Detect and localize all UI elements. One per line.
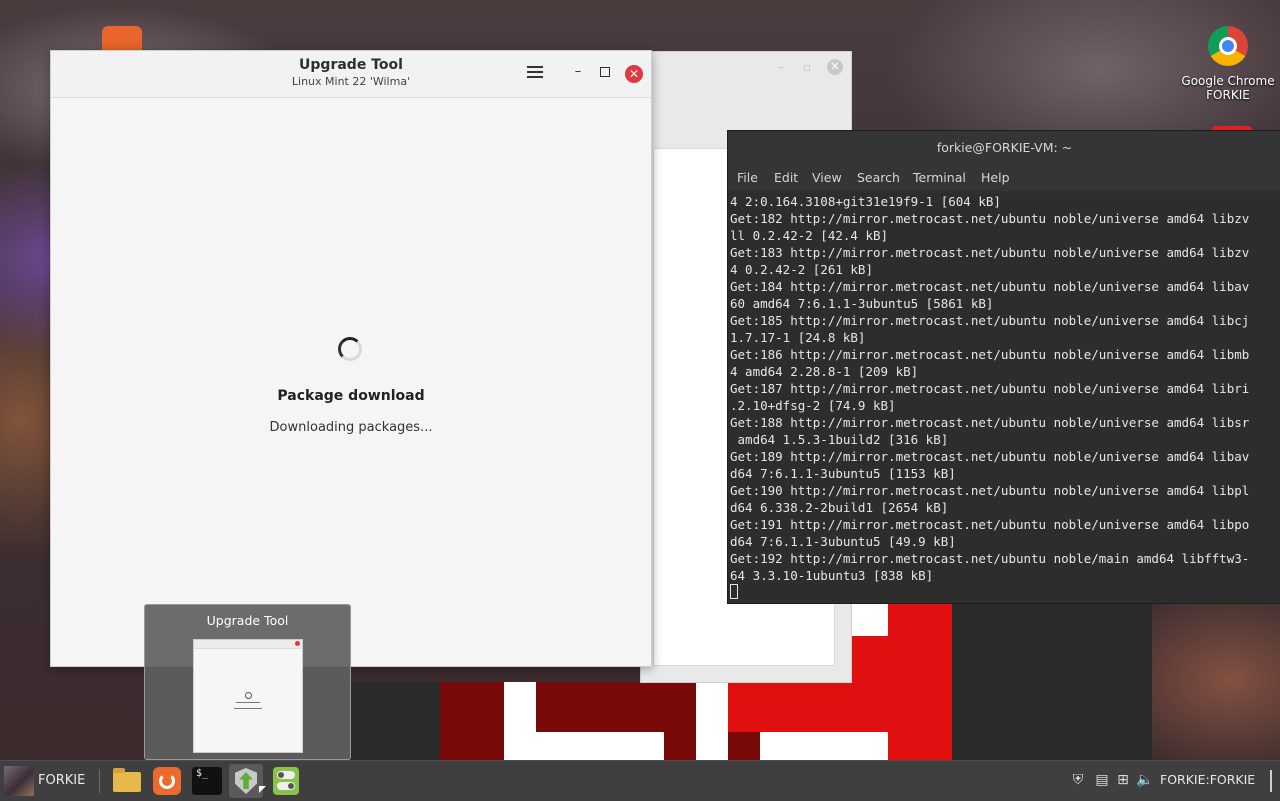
preview-thumbnail[interactable] xyxy=(193,639,303,753)
loading-spinner-icon xyxy=(338,337,362,361)
terminal-line: Get:182 http://mirror.metrocast.net/ubun… xyxy=(730,211,1250,226)
ghost-minimize-icon[interactable]: – xyxy=(778,60,784,74)
ghost-maximize-icon[interactable]: ▫ xyxy=(803,60,811,74)
terminal-line: Get:192 http://mirror.metrocast.net/ubun… xyxy=(730,551,1250,566)
chrome-label: Google Chrome xyxy=(1181,74,1275,88)
terminal-line: ll 0.2.42-2 [42.4 kB] xyxy=(730,228,889,243)
terminal-line: 60 amd64 7:6.1.1-3ubuntu5 [5861 kB] xyxy=(730,296,994,311)
terminal-titlebar[interactable]: forkie@FORKIE-VM: ~ xyxy=(728,131,1280,165)
maximize-icon[interactable] xyxy=(600,67,610,77)
menu-view[interactable]: View xyxy=(812,170,842,185)
terminal-line: 4 2:0.164.3108+git31e19f9-1 [604 kB] xyxy=(730,194,1001,209)
firefox-desktop-icon[interactable] xyxy=(102,26,142,52)
terminal-line: amd64 1.5.3-1build2 [316 kB] xyxy=(730,432,949,447)
terminal-line: Get:186 http://mirror.metrocast.net/ubun… xyxy=(730,347,1250,362)
terminal-title: forkie@FORKIE-VM: ~ xyxy=(936,140,1073,155)
window-title: Upgrade Tool xyxy=(299,57,403,73)
menu-avatar-icon xyxy=(4,766,34,796)
terminal-line: Get:187 http://mirror.metrocast.net/ubun… xyxy=(730,381,1250,396)
terminal-line: Get:190 http://mirror.metrocast.net/ubun… xyxy=(730,483,1250,498)
close-icon[interactable]: ✕ xyxy=(625,65,643,83)
tray-user-label[interactable]: FORKIE:FORKIE xyxy=(1160,772,1255,787)
menu-search[interactable]: Search xyxy=(857,170,900,185)
terminal-window[interactable]: forkie@FORKIE-VM: ~ File Edit View Searc… xyxy=(727,130,1280,604)
ghost-close-icon[interactable]: ✕ xyxy=(827,59,843,75)
taskbar: FORKIE $_ ⛨ ▤ ⊞ 🔈 FORKIE:FORKIE xyxy=(0,760,1280,801)
preview-title: Upgrade Tool xyxy=(206,613,289,628)
taskbar-firefox-button[interactable] xyxy=(150,764,184,798)
window-subtitle: Linux Mint 22 'Wilma' xyxy=(291,75,411,88)
taskbar-upgrade-tool-button[interactable] xyxy=(229,764,263,798)
taskbar-files-button[interactable] xyxy=(110,764,144,798)
upgrade-tool-headerbar[interactable]: Upgrade Tool Linux Mint 22 'Wilma' – ✕ xyxy=(51,51,651,98)
chrome-label-owner: FORKIE xyxy=(1206,88,1250,102)
window-preview-popup[interactable]: Upgrade Tool xyxy=(144,604,351,760)
upgrade-tool-window[interactable]: Upgrade Tool Linux Mint 22 'Wilma' – ✕ P… xyxy=(50,50,652,667)
terminal-line: 4 0.2.42-2 [261 kB] xyxy=(730,262,873,277)
terminal-line: .2.10+dfsg-2 [74.9 kB] xyxy=(730,398,896,413)
menu-terminal[interactable]: Terminal xyxy=(913,170,966,185)
taskbar-settings-button[interactable] xyxy=(269,764,303,798)
terminal-line: Get:183 http://mirror.metrocast.net/ubun… xyxy=(730,245,1250,260)
menu-help[interactable]: Help xyxy=(981,170,1010,185)
firefox-icon xyxy=(153,767,181,795)
folder-icon xyxy=(113,768,141,792)
network-icon[interactable]: ⊞ xyxy=(1114,771,1132,789)
terminal-cursor xyxy=(730,584,738,599)
chrome-icon xyxy=(1208,26,1248,66)
terminal-line: 1.7.17-1 [24.8 kB] xyxy=(730,330,866,345)
terminal-line: d64 7:6.1.1-3ubuntu5 [49.9 kB] xyxy=(730,534,956,549)
progress-status: Downloading packages... xyxy=(269,420,433,435)
chrome-desktop-icon[interactable]: Google Chrome FORKIE xyxy=(1172,26,1280,102)
mouse-pointer xyxy=(259,786,266,793)
terminal-line: d64 7:6.1.1-3ubuntu5 [1153 kB] xyxy=(730,466,956,481)
minimize-icon[interactable]: – xyxy=(571,65,585,79)
hamburger-menu-icon[interactable] xyxy=(527,64,543,80)
terminal-line: 64 3.3.10-1ubuntu3 [838 kB] xyxy=(730,568,934,583)
taskbar-terminal-button[interactable]: $_ xyxy=(190,764,224,798)
upgrade-shield-icon xyxy=(235,768,257,794)
menu-file[interactable]: File xyxy=(737,170,758,185)
start-menu-button[interactable]: FORKIE xyxy=(2,764,92,798)
volume-icon[interactable]: 🔈 xyxy=(1136,771,1154,789)
terminal-line: Get:185 http://mirror.metrocast.net/ubun… xyxy=(730,313,1250,328)
menu-label: FORKIE xyxy=(38,773,86,788)
terminal-line: d64 6.338.2-2build1 [2654 kB] xyxy=(730,500,949,515)
terminal-icon: $_ xyxy=(192,767,222,795)
terminal-output[interactable]: 4 2:0.164.3108+git31e19f9-1 [604 kB] Get… xyxy=(728,193,1280,603)
terminal-line: Get:184 http://mirror.metrocast.net/ubun… xyxy=(730,279,1250,294)
clipboard-icon[interactable]: ▤ xyxy=(1093,771,1111,789)
menu-edit[interactable]: Edit xyxy=(774,170,798,185)
terminal-line: Get:188 http://mirror.metrocast.net/ubun… xyxy=(730,415,1250,430)
show-desktop-button[interactable] xyxy=(1270,770,1272,792)
taskbar-separator xyxy=(99,769,100,793)
terminal-menubar: File Edit View Search Terminal Help xyxy=(728,165,1280,191)
terminal-line: Get:189 http://mirror.metrocast.net/ubun… xyxy=(730,449,1250,464)
terminal-line: Get:191 http://mirror.metrocast.net/ubun… xyxy=(730,517,1250,532)
terminal-line: 4 amd64 2.28.8-1 [209 kB] xyxy=(730,364,919,379)
progress-heading: Package download xyxy=(277,388,425,404)
shield-icon[interactable]: ⛨ xyxy=(1069,771,1087,789)
toggle-settings-icon xyxy=(273,767,299,795)
